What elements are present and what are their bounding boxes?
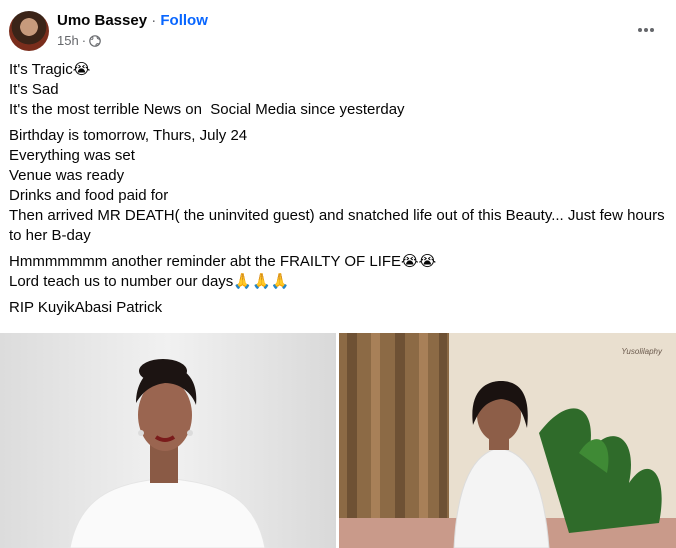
post-text: It's Tragic😭 It's Sad It's the most terr…	[9, 60, 669, 324]
text-line: Venue was ready	[9, 167, 125, 184]
post-card: Umo Bassey · Follow 15h · It's Tragic😭 I…	[0, 0, 676, 548]
paragraph-3: Hmmmmmmm another reminder abt the FRAILT…	[9, 252, 669, 292]
text-line: It's the most terrible News on Social Me…	[9, 101, 405, 118]
post-header: Umo Bassey · Follow 15h ·	[0, 0, 676, 58]
avatar[interactable]	[9, 11, 49, 51]
follow-button[interactable]: Follow	[160, 12, 208, 29]
text-line: Everything was set	[9, 147, 135, 164]
paragraph-2: Birthday is tomorrow, Thurs, July 24 Eve…	[9, 126, 669, 246]
more-horizontal-icon[interactable]	[636, 20, 656, 40]
text-line: It's Tragic😭	[9, 61, 91, 78]
timestamp[interactable]: 15h	[57, 33, 79, 48]
globe-icon	[89, 34, 101, 47]
photo-grid: Yusolilaphy	[0, 333, 676, 548]
text-line: Drinks and food paid for	[9, 187, 169, 204]
text-line: It's Sad	[9, 81, 59, 98]
watermark: Yusolilaphy	[621, 347, 662, 356]
author-line: Umo Bassey · Follow	[57, 12, 208, 29]
text-line: Then arrived MR DEATH( the uninvited gue…	[9, 207, 665, 224]
post-meta: 15h ·	[57, 33, 101, 48]
text-line: to her B-day	[9, 227, 91, 244]
text-line: Hmmmmmmm another reminder abt the FRAILT…	[9, 253, 437, 270]
author-name[interactable]: Umo Bassey	[57, 12, 147, 29]
text-line: Birthday is tomorrow, Thurs, July 24	[9, 127, 248, 144]
paragraph-4: RIP KuyikAbasi Patrick	[9, 298, 669, 318]
photo-left[interactable]	[0, 333, 336, 548]
photo-right[interactable]: Yusolilaphy	[339, 333, 676, 548]
meta-separator: ·	[81, 33, 87, 48]
paragraph-1: It's Tragic😭 It's Sad It's the most terr…	[9, 60, 669, 120]
text-line: Lord teach us to number our days🙏🙏🙏	[9, 273, 290, 290]
text-line: RIP KuyikAbasi Patrick	[9, 299, 163, 316]
separator: ·	[151, 12, 157, 29]
